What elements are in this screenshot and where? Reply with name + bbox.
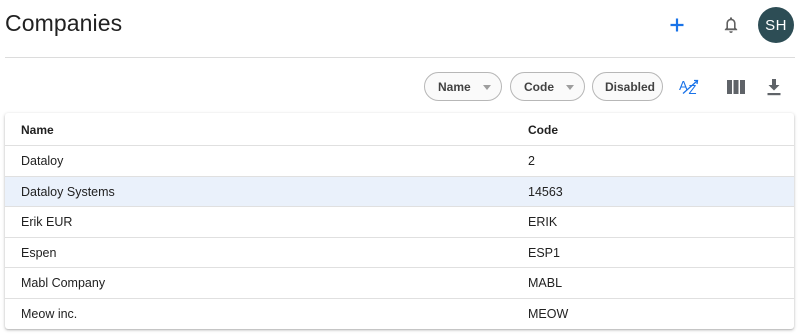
table-row[interactable]: Espen ESP1: [5, 238, 794, 268]
cell-code: 14563: [528, 184, 563, 199]
filter-chip-label: Name: [438, 79, 471, 94]
plus-icon: [670, 18, 684, 32]
table-row[interactable]: Dataloy Systems 14563: [5, 176, 794, 207]
sort-az-icon: A Z: [679, 78, 699, 97]
cell-code: ERIK: [528, 215, 558, 229]
cell-name: Meow inc.: [21, 306, 78, 321]
page-title: Companies: [5, 10, 123, 36]
column-header-code[interactable]: Code: [528, 123, 558, 137]
cell-code: MABL: [528, 276, 563, 290]
cell-name: Erik EUR: [21, 215, 73, 229]
cell-name: Mabl Company: [21, 276, 106, 290]
table-toolbar: Name Code Disabled A Z: [0, 70, 805, 104]
filter-chip-name[interactable]: Name: [424, 72, 502, 101]
companies-table: Name Code Dataloy 2 Dataloy Systems 1456…: [5, 113, 794, 329]
filter-chip-code[interactable]: Code: [510, 72, 585, 101]
filter-chip-label: Code: [524, 79, 554, 94]
filter-chip-label: Disabled: [605, 79, 656, 94]
dropdown-caret-icon: [483, 85, 491, 90]
filter-chip-disabled[interactable]: Disabled: [592, 72, 663, 101]
user-avatar[interactable]: SH: [758, 7, 794, 43]
table-header-row: Name Code: [5, 113, 794, 146]
table-row[interactable]: Dataloy 2: [5, 146, 794, 177]
view-columns-icon: [727, 80, 745, 94]
dropdown-caret-icon: [566, 85, 574, 90]
column-header-name[interactable]: Name: [21, 123, 54, 137]
app-header: Companies SH: [0, 0, 805, 58]
cell-code: ESP1: [528, 245, 560, 260]
add-company-button[interactable]: [662, 10, 692, 40]
table-row[interactable]: Erik EUR ERIK: [5, 207, 794, 238]
cell-name: Dataloy: [21, 154, 64, 168]
avatar-initials: SH: [765, 16, 787, 34]
download-button[interactable]: [759, 72, 789, 102]
header-divider: [5, 57, 795, 58]
notifications-button[interactable]: [716, 10, 746, 40]
cell-name: Espen: [21, 245, 57, 260]
table-row[interactable]: Mabl Company MABL: [5, 268, 794, 299]
sort-button[interactable]: A Z: [675, 72, 705, 102]
cell-code: MEOW: [528, 306, 569, 321]
table-row[interactable]: Meow inc. MEOW: [5, 299, 794, 330]
bell-icon: [724, 17, 738, 33]
cell-name: Dataloy Systems: [21, 184, 115, 199]
cell-code: 2: [528, 154, 535, 168]
view-columns-button[interactable]: [721, 72, 751, 102]
download-icon: [767, 78, 781, 95]
